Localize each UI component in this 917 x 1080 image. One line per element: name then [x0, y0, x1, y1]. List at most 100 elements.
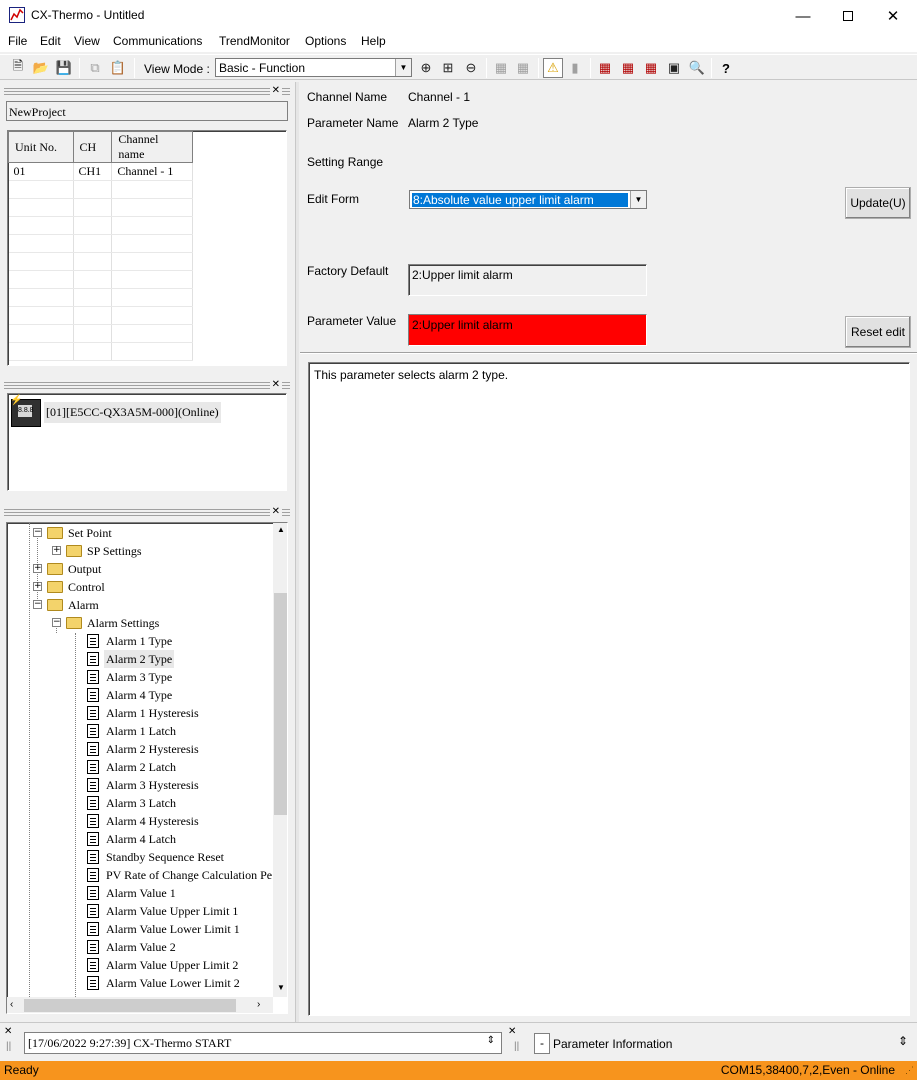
document-icon: [87, 778, 99, 792]
paste-icon[interactable]: 📋: [108, 58, 128, 78]
document-icon: [87, 670, 99, 684]
resize-grip-icon[interactable]: ⋰: [905, 1065, 914, 1076]
panel-grip[interactable]: ✕: [4, 507, 290, 517]
document-icon: [87, 634, 99, 648]
log-spin-icon[interactable]: ⇕: [487, 1035, 495, 1046]
scroll-up-icon[interactable]: ▲: [277, 525, 285, 534]
info-spin-icon[interactable]: ⇕: [898, 1034, 908, 1048]
collapse-icon[interactable]: ⊖: [461, 58, 481, 78]
reset-edit-button[interactable]: Reset edit: [845, 316, 911, 348]
col-ch[interactable]: CH: [72, 131, 113, 163]
menu-communications[interactable]: Communications: [113, 34, 202, 48]
document-icon: [87, 814, 99, 828]
menu-trendmonitor[interactable]: TrendMonitor: [219, 34, 290, 48]
panel-grip[interactable]: ✕: [4, 380, 290, 390]
close-icon: ✕: [886, 8, 900, 25]
collapse-icon[interactable]: −: [33, 600, 42, 609]
document-icon: [87, 706, 99, 720]
view-mode-select[interactable]: Basic - Function ▼: [215, 58, 412, 77]
status-connection: COM15,38400,7,2,Even - Online: [720, 1063, 895, 1077]
maximize-button[interactable]: [825, 0, 871, 32]
list-view-icon[interactable]: ▦: [491, 58, 511, 78]
document-icon: [87, 760, 99, 774]
expand-icon[interactable]: +: [33, 582, 42, 591]
download-icon[interactable]: ▦: [618, 58, 638, 78]
scroll-right-icon[interactable]: ›: [257, 999, 260, 1010]
channel-name-label: Channel Name: [307, 90, 388, 104]
collapse-icon[interactable]: −: [33, 528, 42, 537]
close-panel-icon[interactable]: ✕: [269, 86, 282, 96]
grid-view-icon[interactable]: ▦: [513, 58, 533, 78]
close-panel-icon[interactable]: ✕: [269, 507, 282, 517]
close-button[interactable]: ✕: [870, 0, 916, 32]
cell-channel-name: Channel - 1: [111, 162, 193, 181]
expand-icon[interactable]: ⊕: [416, 58, 436, 78]
upload-icon[interactable]: ▦: [595, 58, 615, 78]
copy-icon[interactable]: ⧉: [85, 58, 105, 78]
panel-grip[interactable]: ✕: [4, 86, 290, 96]
menu-file[interactable]: File: [8, 34, 27, 48]
collapse-tree-icon[interactable]: ⊞: [438, 58, 458, 78]
expand-icon[interactable]: +: [52, 546, 61, 555]
compare-icon[interactable]: ▦: [641, 58, 661, 78]
tree-hscroll-thumb[interactable]: [24, 999, 236, 1012]
col-unit-no[interactable]: Unit No.: [8, 131, 74, 163]
document-icon: [87, 850, 99, 864]
new-file-icon[interactable]: 🗎: [8, 58, 28, 78]
controller-device-icon[interactable]: 8.8.8 ⚡: [10, 395, 41, 427]
expand-icon[interactable]: +: [33, 564, 42, 573]
close-panel-icon[interactable]: ✕: [269, 380, 282, 390]
device-label[interactable]: [01][E5CC-QX3A5M-000](Online): [44, 402, 221, 423]
maximize-icon: [843, 11, 853, 21]
log-entry: [17/06/2022 9:27:39] CX-Thermo START: [28, 1036, 232, 1050]
parameter-tree: − Set Point + SP Settings + Output + Con…: [6, 522, 288, 1014]
table-row[interactable]: 01 CH1 Channel - 1: [8, 162, 193, 181]
update-button[interactable]: Update(U): [845, 187, 911, 219]
folder-open-icon: [47, 527, 63, 539]
param-info-toggle[interactable]: -: [534, 1033, 550, 1054]
help-icon[interactable]: ?: [716, 58, 736, 78]
menu-bar: File Edit View Communications TrendMonit…: [0, 32, 917, 52]
edit-form-select[interactable]: 8:Absolute value upper limit alarm ▼: [409, 190, 647, 209]
info-grip-icon[interactable]: ||: [514, 1041, 519, 1052]
document-icon: [87, 688, 99, 702]
parameter-information-label[interactable]: Parameter Information: [553, 1037, 672, 1051]
menu-edit[interactable]: Edit: [40, 34, 61, 48]
view-mode-value: Basic - Function: [219, 61, 306, 75]
log-grip-icon[interactable]: ||: [6, 1041, 11, 1052]
document-icon: [87, 976, 99, 990]
parameter-value-field[interactable]: 2:Upper limit alarm: [408, 314, 647, 346]
edit-form-value: 8:Absolute value upper limit alarm: [411, 192, 629, 208]
open-folder-icon[interactable]: 📂: [31, 58, 51, 78]
menu-options[interactable]: Options: [305, 34, 346, 48]
edit-form-label: Edit Form: [307, 192, 360, 206]
chevron-down-icon[interactable]: ▼: [395, 59, 411, 76]
scroll-down-icon[interactable]: ▼: [277, 983, 285, 992]
tree-scroll-thumb[interactable]: [274, 593, 287, 815]
factory-default-label: Factory Default: [307, 264, 389, 278]
col-channel-name[interactable]: Channel name: [111, 131, 193, 163]
minimize-button[interactable]: —: [780, 0, 826, 32]
parameter-value-label: Parameter Value: [307, 314, 397, 328]
title-bar: CX-Thermo - Untitled — ✕: [0, 0, 917, 32]
warning-icon[interactable]: ⚠: [543, 58, 563, 78]
close-info-icon[interactable]: ✕: [508, 1026, 516, 1037]
tree-horizontal-scrollbar[interactable]: ‹ ›: [7, 997, 273, 1013]
close-log-icon[interactable]: ✕: [4, 1026, 12, 1037]
menu-help[interactable]: Help: [361, 34, 386, 48]
monitor-icon[interactable]: ▣: [664, 58, 684, 78]
document-icon: [87, 904, 99, 918]
collapse-icon[interactable]: −: [52, 618, 61, 627]
menu-view[interactable]: View: [74, 34, 100, 48]
project-name[interactable]: NewProject: [6, 101, 288, 121]
search-device-icon[interactable]: 🔍: [687, 58, 707, 78]
chevron-down-icon[interactable]: ▼: [630, 191, 646, 208]
document-icon: [87, 652, 99, 666]
transfer-disabled-icon[interactable]: ▮: [565, 58, 585, 78]
save-icon[interactable]: 💾: [54, 58, 74, 78]
tree-vertical-scrollbar[interactable]: ▲ ▼: [273, 523, 287, 997]
online-bolt-icon: ⚡: [10, 395, 23, 406]
scroll-left-icon[interactable]: ‹: [10, 999, 13, 1010]
cell-ch: CH1: [73, 162, 113, 181]
vertical-splitter[interactable]: [295, 82, 299, 1022]
